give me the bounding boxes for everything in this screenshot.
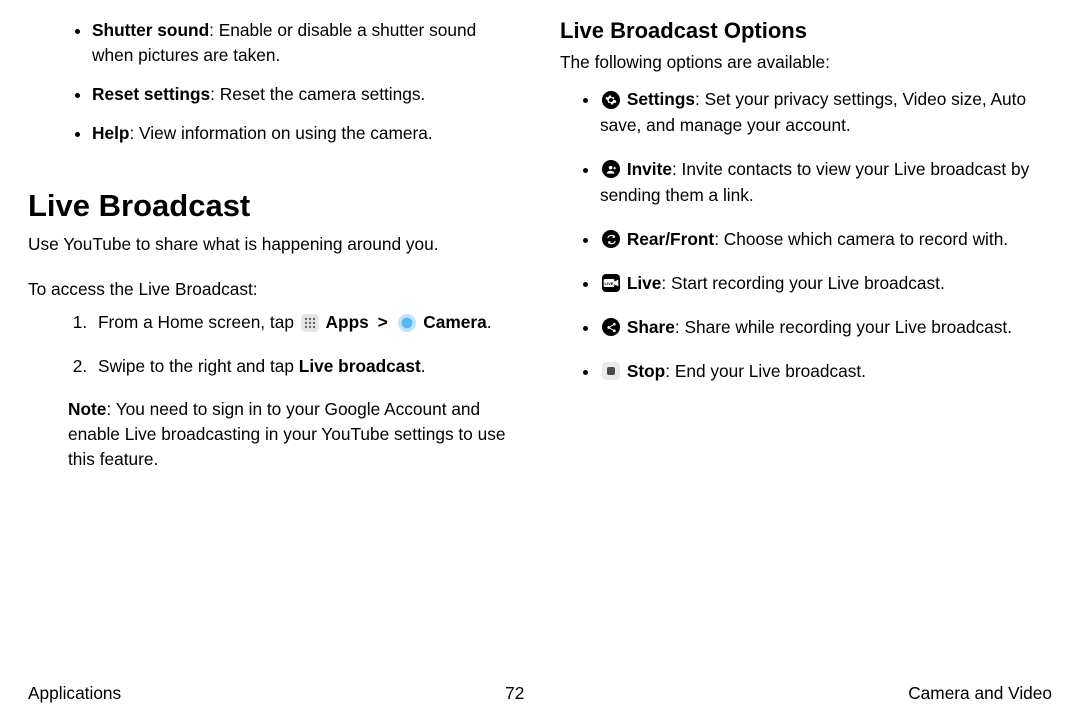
two-column-layout: Shutter sound: Enable or disable a shutt… <box>28 18 1052 472</box>
option-desc: : End your Live broadcast. <box>665 361 866 381</box>
option-title: Stop <box>627 361 665 381</box>
footer-left: Applications <box>28 683 121 704</box>
camera-settings-list: Shutter sound: Enable or disable a shutt… <box>28 18 520 146</box>
options-intro: The following options are available: <box>560 50 1052 75</box>
option-title: Share <box>627 317 675 337</box>
left-column: Shutter sound: Enable or disable a shutt… <box>28 18 520 472</box>
manual-page: Shutter sound: Enable or disable a shutt… <box>0 0 1080 720</box>
option-title: Rear/Front <box>627 229 714 249</box>
step1-prefix: From a Home screen, tap <box>98 312 299 332</box>
footer-page-number: 72 <box>505 683 524 704</box>
footer-right: Camera and Video <box>908 683 1052 704</box>
steps-list: From a Home screen, tap Apps > Camera. <box>28 310 520 378</box>
option-invite: Invite: Invite contacts to view your Liv… <box>600 157 1052 209</box>
option-desc: : Choose which camera to record with. <box>714 229 1008 249</box>
section-heading-options: Live Broadcast Options <box>560 18 1052 44</box>
note-label: Note <box>68 399 106 419</box>
camera-label: Camera <box>423 312 486 332</box>
step2-bold: Live broadcast <box>299 356 421 376</box>
setting-desc: : View information on using the camera. <box>129 123 432 143</box>
list-item: Reset settings: Reset the camera setting… <box>92 82 520 107</box>
list-item: Help: View information on using the came… <box>92 121 520 146</box>
option-desc: : Start recording your Live broadcast. <box>661 273 944 293</box>
option-title: Settings <box>627 89 695 109</box>
option-share: Share: Share while recording your Live b… <box>600 315 1052 341</box>
svg-text:LIVE: LIVE <box>605 281 614 286</box>
live-badge-icon: LIVE <box>602 274 620 292</box>
switch-camera-icon <box>602 230 620 248</box>
option-settings: Settings: Set your privacy settings, Vid… <box>600 87 1052 139</box>
note-body: : You need to sign in to your Google Acc… <box>68 399 505 469</box>
setting-title: Help <box>92 123 129 143</box>
step2-suffix: . <box>421 356 426 376</box>
setting-title: Shutter sound <box>92 20 209 40</box>
setting-desc: : Reset the camera settings. <box>210 84 425 104</box>
option-live: LIVE Live: Start recording your Live bro… <box>600 271 1052 297</box>
apps-icon <box>301 314 319 332</box>
gear-icon <box>602 91 620 109</box>
option-title: Live <box>627 273 662 293</box>
camera-icon <box>398 314 416 332</box>
setting-title: Reset settings <box>92 84 210 104</box>
access-label: To access the Live Broadcast: <box>28 277 520 302</box>
options-list: Settings: Set your privacy settings, Vid… <box>560 87 1052 385</box>
note-block: Note: You need to sign in to your Google… <box>28 397 520 472</box>
breadcrumb-separator: > <box>378 312 388 332</box>
step1-suffix: . <box>487 312 492 332</box>
intro-text: Use YouTube to share what is happening a… <box>28 232 520 257</box>
option-stop: Stop: End your Live broadcast. <box>600 359 1052 385</box>
right-column: Live Broadcast Options The following opt… <box>560 18 1052 472</box>
step-2: Swipe to the right and tap Live broadcas… <box>92 354 520 379</box>
step-1: From a Home screen, tap Apps > Camera. <box>92 310 520 335</box>
page-footer: Applications 72 Camera and Video <box>28 683 1052 704</box>
step2-text: Swipe to the right and tap <box>98 356 299 376</box>
option-rear-front: Rear/Front: Choose which camera to recor… <box>600 227 1052 253</box>
stop-icon <box>602 362 620 380</box>
section-heading-live-broadcast: Live Broadcast <box>28 188 520 224</box>
apps-label: Apps <box>326 312 369 332</box>
list-item: Shutter sound: Enable or disable a shutt… <box>92 18 520 68</box>
option-desc: : Share while recording your Live broadc… <box>675 317 1012 337</box>
share-icon <box>602 318 620 336</box>
person-plus-icon <box>602 160 620 178</box>
option-title: Invite <box>627 159 672 179</box>
